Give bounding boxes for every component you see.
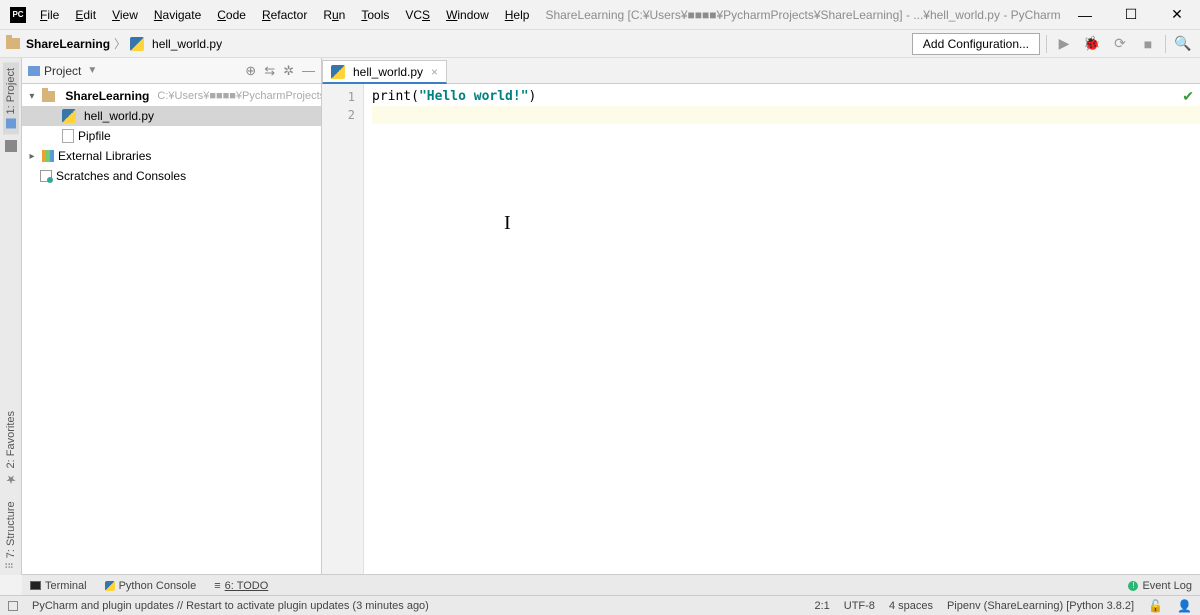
tree-file[interactable]: hell_world.py: [22, 106, 321, 126]
menu-refactor[interactable]: Refactor: [256, 4, 313, 26]
code-line-current: [372, 106, 1200, 124]
file-icon: [62, 129, 74, 143]
tool-tab-terminal[interactable]: Terminal: [30, 580, 87, 592]
separator: [1046, 35, 1047, 53]
tool-windows-toggle-icon[interactable]: [8, 601, 18, 611]
run-icon[interactable]: ▶: [1053, 33, 1075, 55]
text-cursor-icon: I: [504, 214, 511, 232]
tool-tab-project[interactable]: 1: Project: [3, 62, 19, 134]
editor-body[interactable]: 1 2 print("Hello world!") I ✔: [322, 84, 1200, 575]
python-file-icon: [130, 37, 144, 51]
star-icon: ★: [4, 473, 18, 487]
structure-icon: ⠿: [5, 562, 16, 569]
tree-scratches[interactable]: Scratches and Consoles: [22, 166, 321, 186]
editor-tab[interactable]: hell_world.py ×: [322, 60, 447, 84]
menu-run[interactable]: Run: [317, 4, 351, 26]
tool-icon[interactable]: [5, 140, 17, 152]
left-tool-gutter: 1: Project ★2: Favorites ⠿7: Structure: [0, 58, 22, 575]
folder-icon: [42, 91, 56, 102]
tree-file[interactable]: Pipfile: [22, 126, 321, 146]
scratches-icon: [40, 170, 52, 182]
inspector-icon[interactable]: 👤: [1177, 599, 1192, 613]
event-log-button[interactable]: !Event Log: [1128, 580, 1192, 592]
chevron-down-icon: ▾: [26, 91, 38, 102]
status-bar: PyCharm and plugin updates // Restart to…: [0, 595, 1200, 615]
close-button[interactable]: ✕: [1154, 0, 1200, 30]
lock-icon[interactable]: 🔓: [1148, 599, 1163, 613]
menu-edit[interactable]: Edit: [69, 4, 102, 26]
libraries-icon: [42, 150, 54, 162]
python-icon: [105, 581, 115, 591]
terminal-icon: [30, 581, 41, 590]
project-tool-window: Project ▼ ⊕ ⇆ ✲ — ▾ ShareLearning C:¥Use…: [22, 58, 322, 575]
titlebar: PC File Edit View Navigate Code Refactor…: [0, 0, 1200, 30]
debug-icon[interactable]: 🐞: [1081, 33, 1103, 55]
project-tree: ▾ ShareLearning C:¥Users¥■■■■¥PycharmPro…: [22, 84, 321, 188]
window-title: ShareLearning [C:¥Users¥■■■■¥PycharmProj…: [545, 8, 1060, 22]
event-log-icon: !: [1128, 581, 1138, 591]
project-panel-title[interactable]: Project ▼: [28, 64, 97, 78]
tree-root[interactable]: ▾ ShareLearning C:¥Users¥■■■■¥PycharmPro…: [22, 86, 321, 106]
python-interpreter[interactable]: Pipenv (ShareLearning) [Python 3.8.2]: [947, 600, 1134, 612]
tool-tab-structure[interactable]: ⠿7: Structure: [3, 495, 19, 575]
maximize-button[interactable]: ☐: [1108, 0, 1154, 30]
locate-icon[interactable]: ⊕: [245, 63, 256, 79]
menu-file[interactable]: File: [34, 4, 65, 26]
separator: [1165, 35, 1166, 53]
menu-navigate[interactable]: Navigate: [148, 4, 207, 26]
expand-icon[interactable]: ⇆: [264, 63, 275, 79]
folder-icon: [6, 38, 20, 49]
editor-area: hell_world.py × 1 2 print("Hello world!"…: [322, 58, 1200, 575]
add-configuration-button[interactable]: Add Configuration...: [912, 33, 1040, 55]
search-icon[interactable]: 🔍: [1172, 33, 1194, 55]
breadcrumb-sep: 〉: [114, 35, 126, 52]
chevron-right-icon: ▸: [26, 151, 38, 162]
menu-help[interactable]: Help: [499, 4, 536, 26]
breadcrumb: ShareLearning 〉 hell_world.py: [26, 35, 222, 52]
close-tab-icon[interactable]: ×: [431, 65, 438, 79]
indent-setting[interactable]: 4 spaces: [889, 600, 933, 612]
tool-tab-favorites[interactable]: ★2: Favorites: [2, 405, 20, 492]
inspections-ok-icon[interactable]: ✔: [1182, 88, 1194, 105]
menu-vcs[interactable]: VCS: [399, 4, 436, 26]
breadcrumb-file[interactable]: hell_world.py: [152, 37, 222, 51]
minimize-button[interactable]: —: [1062, 0, 1108, 30]
menu-window[interactable]: Window: [440, 4, 495, 26]
stop-icon[interactable]: ■: [1137, 33, 1159, 55]
menu-tools[interactable]: Tools: [355, 4, 395, 26]
editor-tabs: hell_world.py ×: [322, 58, 1200, 84]
code-line: print("Hello world!"): [372, 88, 1200, 106]
tool-tab-python-console[interactable]: Python Console: [105, 580, 197, 592]
run-with-coverage-icon[interactable]: ⟳: [1109, 33, 1131, 55]
main-area: 1: Project ★2: Favorites ⠿7: Structure P…: [0, 58, 1200, 575]
gear-icon[interactable]: ✲: [283, 63, 294, 79]
code-area[interactable]: print("Hello world!") I: [364, 84, 1200, 575]
project-panel-header: Project ▼ ⊕ ⇆ ✲ —: [22, 58, 321, 84]
status-message: PyCharm and plugin updates // Restart to…: [32, 600, 429, 612]
hide-icon[interactable]: —: [302, 63, 315, 79]
bottom-tool-tabs: Terminal Python Console ≡6: TODO !Event …: [22, 574, 1200, 596]
main-menu: File Edit View Navigate Code Refactor Ru…: [34, 4, 535, 26]
chevron-down-icon: ▼: [87, 65, 97, 76]
tree-external-libraries[interactable]: ▸ External Libraries: [22, 146, 321, 166]
caret-position[interactable]: 2:1: [814, 600, 829, 612]
line-gutter: 1 2: [322, 84, 364, 575]
python-file-icon: [62, 109, 76, 123]
tool-tab-todo[interactable]: ≡6: TODO: [214, 580, 268, 592]
window-controls: — ☐ ✕: [1062, 0, 1200, 30]
pycharm-app-icon: PC: [10, 7, 26, 23]
breadcrumb-project[interactable]: ShareLearning: [26, 37, 110, 51]
todo-icon: ≡: [214, 580, 220, 592]
menu-code[interactable]: Code: [211, 4, 252, 26]
python-file-icon: [331, 65, 345, 79]
file-encoding[interactable]: UTF-8: [844, 600, 875, 612]
menu-view[interactable]: View: [106, 4, 144, 26]
navigation-toolbar: ShareLearning 〉 hell_world.py Add Config…: [0, 30, 1200, 58]
project-view-icon: [28, 66, 40, 76]
project-icon: [6, 118, 16, 128]
